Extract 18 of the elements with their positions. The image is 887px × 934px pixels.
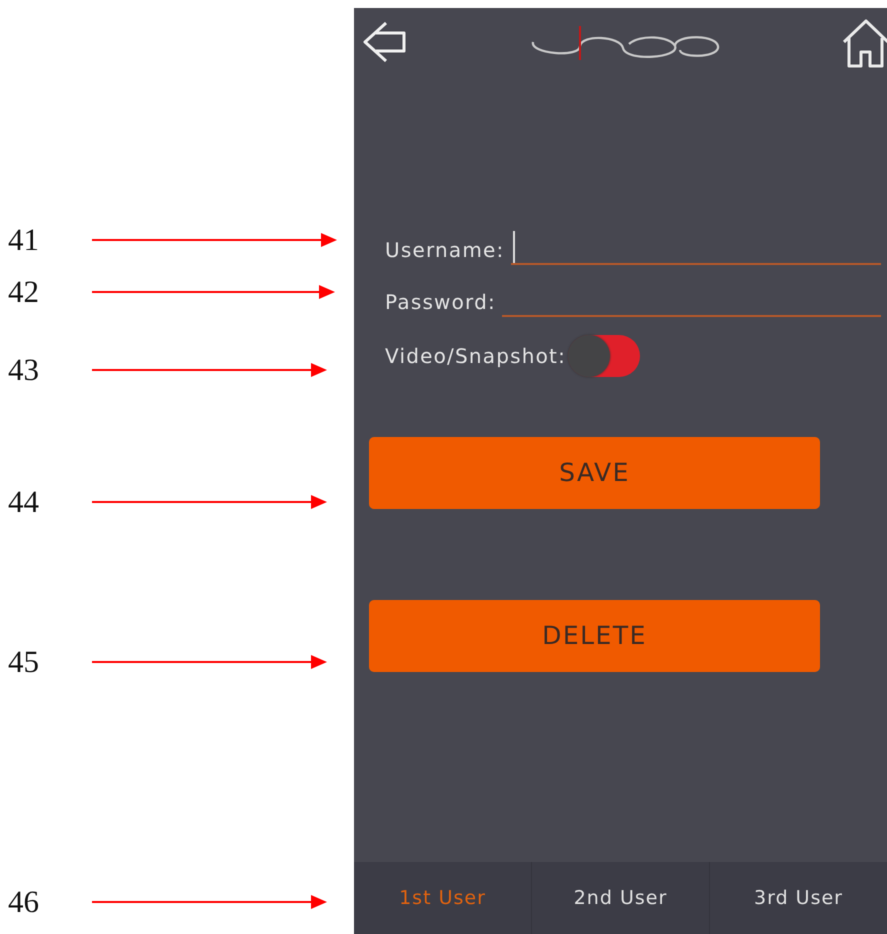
user-tab[interactable]: 2nd User — [532, 862, 710, 934]
username-label: Username: — [385, 237, 504, 264]
action-button[interactable]: DELETE — [369, 600, 820, 672]
callout-number: 46 — [8, 884, 39, 920]
callout-number: 44 — [8, 484, 39, 520]
user-tab[interactable]: 3rd User — [710, 862, 887, 934]
toggle-switch[interactable] — [568, 335, 640, 377]
action-button[interactable]: SAVE — [369, 437, 820, 509]
callout-number: 43 — [8, 352, 39, 388]
text-cursor — [512, 231, 514, 263]
password-label: Password: — [385, 289, 496, 316]
callout-number: 41 — [8, 222, 39, 258]
user-tab[interactable]: 1st User — [354, 862, 532, 934]
back-arrow-icon[interactable] — [362, 20, 408, 64]
toggle-label: Video/Snapshot: — [385, 343, 566, 370]
home-icon[interactable] — [841, 18, 887, 70]
callout-number: 45 — [8, 644, 39, 680]
callout-number: 42 — [8, 274, 39, 310]
